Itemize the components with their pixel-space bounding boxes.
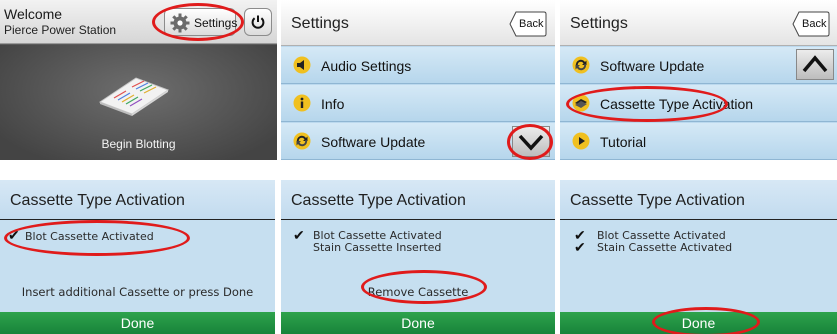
power-button[interactable]: [244, 8, 272, 36]
menu-item-audio-settings[interactable]: Audio Settings: [281, 47, 555, 84]
home-header: Welcome Pierce Power Station Settings: [0, 0, 277, 44]
checkmark-icon: ✔: [8, 227, 20, 243]
checkmark-icon: ✔: [574, 239, 586, 255]
status-line: Stain Cassette Activated: [597, 241, 733, 254]
menu-item-label: Info: [321, 96, 345, 112]
gear-icon: [170, 13, 190, 33]
page-title: Cassette Type Activation: [570, 192, 745, 209]
menu-item-label: Software Update: [600, 58, 705, 74]
activation-header: Cassette Type Activation: [281, 180, 555, 220]
chevron-up-icon: [802, 55, 828, 73]
status-line: Stain Cassette Inserted: [313, 241, 442, 254]
back-button[interactable]: Back: [509, 11, 547, 37]
done-button[interactable]: Done: [0, 312, 275, 334]
scroll-up-button[interactable]: [796, 49, 834, 80]
back-button[interactable]: Back: [792, 11, 830, 37]
page-title: Cassette Type Activation: [10, 192, 185, 209]
settings-label: Settings: [194, 16, 238, 30]
status-line: Blot Cassette Activated: [25, 230, 154, 243]
activation-header: Cassette Type Activation: [560, 180, 837, 220]
done-button[interactable]: Done: [560, 312, 837, 334]
checkmark-icon: ✔: [293, 227, 305, 243]
activation-header: Cassette Type Activation: [0, 180, 275, 220]
done-button[interactable]: Done: [281, 312, 555, 334]
blot-cassette-image: [98, 77, 170, 116]
menu-item-label: Tutorial: [600, 134, 647, 150]
menu-item-info[interactable]: Info: [281, 85, 555, 122]
cassette-activation-step-2: Cassette Type Activation ✔ Blot Cassette…: [281, 180, 555, 334]
cassette-activation-step-1: Cassette Type Activation ✔ Blot Cassette…: [0, 180, 275, 334]
menu-item-label: Software Update: [321, 134, 426, 150]
cassette-icon: [572, 94, 590, 112]
home-screen: Welcome Pierce Power Station Settings Be…: [0, 0, 277, 160]
back-label: Back: [802, 18, 827, 30]
back-label: Back: [519, 18, 544, 30]
instruction-text: Insert additional Cassette or press Done: [21, 285, 254, 299]
menu-item-cassette-type-activation[interactable]: Cassette Type Activation: [560, 85, 837, 122]
info-icon: [293, 94, 311, 112]
software-update-icon: [293, 132, 311, 150]
settings-header: Settings Back: [281, 0, 555, 46]
software-update-icon: [572, 56, 590, 74]
settings-header: Settings Back: [560, 0, 837, 46]
power-icon: [251, 15, 265, 29]
chevron-down-icon: [518, 134, 544, 151]
settings-button[interactable]: Settings: [164, 8, 238, 36]
scroll-down-button[interactable]: [512, 126, 550, 157]
menu-item-label: Audio Settings: [321, 58, 412, 74]
cassette-activation-step-3: Cassette Type Activation ✔ ✔ Blot Casset…: [560, 180, 837, 334]
page-title: Cassette Type Activation: [291, 192, 466, 209]
page-title: Settings: [570, 15, 628, 32]
remove-cassette-button[interactable]: Remove Cassette: [281, 285, 555, 299]
play-icon: [572, 132, 590, 150]
begin-blotting-label: Begin Blotting: [101, 137, 176, 151]
speaker-icon: [293, 56, 311, 74]
station-name: Pierce Power Station: [4, 23, 117, 37]
welcome-text: Welcome: [4, 6, 63, 22]
menu-item-tutorial[interactable]: Tutorial: [560, 123, 837, 160]
settings-menu-page-2: Settings Back Software Update Cassette T…: [560, 0, 837, 160]
page-title: Settings: [291, 15, 349, 32]
settings-menu-page-1: Settings Back Audio Settings Info Softwa…: [281, 0, 555, 160]
menu-item-label: Cassette Type Activation: [600, 96, 754, 112]
